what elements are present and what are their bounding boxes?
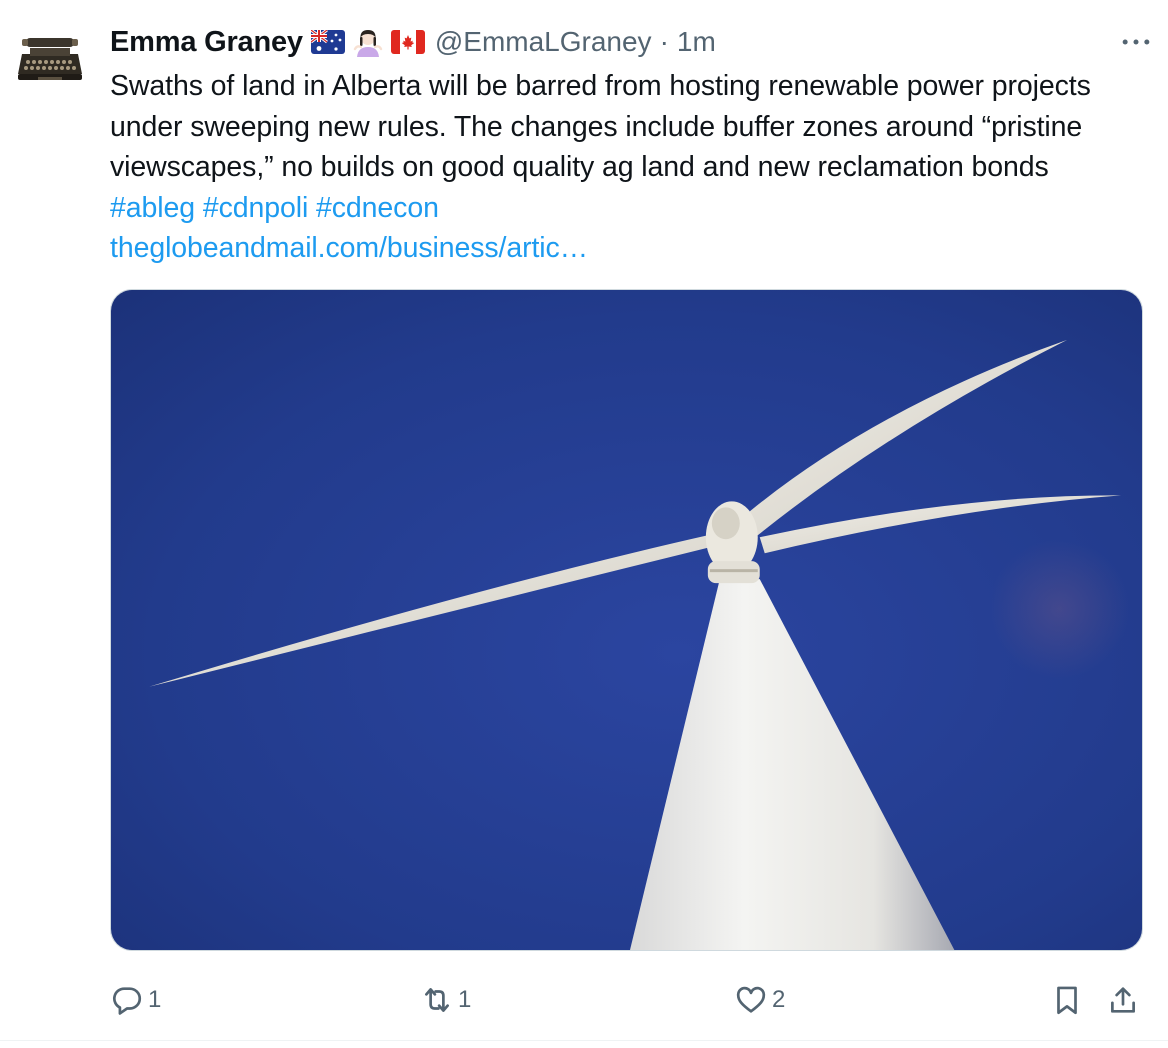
person-shrugging-icon [353, 27, 383, 57]
australia-flag-icon [309, 28, 345, 54]
reply-button[interactable]: 1 [110, 978, 161, 1022]
typewriter-icon [12, 22, 88, 98]
tweet-text: Swaths of land in Alberta will be barred… [110, 66, 1140, 269]
action-bar: 1 1 2 [110, 978, 1146, 1022]
canada-flag-icon [390, 30, 425, 54]
bottom-divider [0, 1040, 1168, 1041]
display-name[interactable]: Emma Graney [110, 26, 303, 59]
reply-count: 1 [148, 986, 162, 1013]
tweet-body-text: Swaths of land in Alberta will be barred… [110, 70, 1091, 183]
tweet-card[interactable]: Emma Graney @EmmaLGraney · 1m Swaths of … [0, 0, 1168, 1048]
tweet-image[interactable] [110, 289, 1143, 951]
reply-icon [113, 987, 142, 1015]
wind-turbine-photo [111, 290, 1142, 950]
bookmark-icon [1057, 986, 1077, 1015]
separator-dot: · [659, 26, 669, 57]
user-handle[interactable]: @EmmaLGraney [435, 26, 652, 58]
hashtag-cdnpoli[interactable]: #cdnpoli [203, 192, 308, 224]
retweet-button[interactable]: 1 [420, 978, 471, 1022]
retweet-icon [425, 988, 449, 1012]
article-link[interactable]: theglobeandmail.com/business/artic… [110, 232, 588, 264]
hashtag-ableg[interactable]: #ableg [110, 192, 195, 224]
tweet-header: Emma Graney @EmmaLGraney · 1m [110, 22, 716, 62]
share-icon [1111, 987, 1135, 1013]
more-icon [1122, 39, 1150, 45]
retweet-count: 1 [458, 986, 472, 1013]
heart-icon [736, 986, 766, 1013]
timestamp[interactable]: 1m [677, 26, 716, 58]
more-options-button[interactable] [1118, 28, 1154, 56]
hashtag-cdnecon[interactable]: #cdnecon [316, 192, 439, 224]
avatar[interactable] [12, 22, 88, 98]
share-button[interactable] [1106, 978, 1140, 1022]
bookmark-button[interactable] [1050, 978, 1084, 1022]
like-button[interactable]: 2 [734, 978, 785, 1022]
like-count: 2 [772, 986, 786, 1013]
